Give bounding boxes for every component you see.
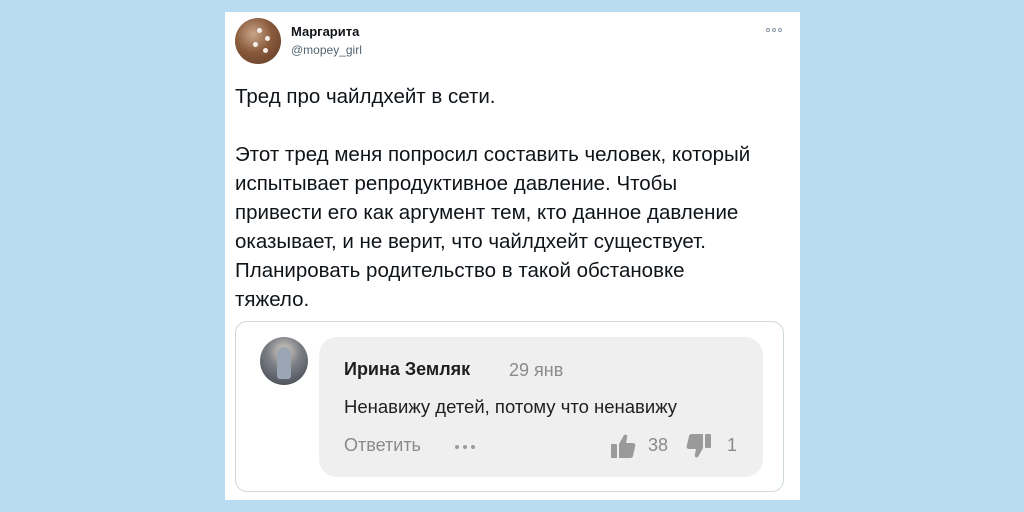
tweet-paragraph-1: Тред про чайлдхейт в сети. [235,85,496,108]
tweet-text: Тред про чайлдхейт в сети. Этот тред мен… [235,82,795,314]
tweet-paragraph-2-line: оказывает, и не верит, что чайлдхейт сущ… [235,230,706,253]
thumbs-up-icon [611,434,636,458]
tweet-paragraph-2-line: тяжело. [235,288,310,311]
comment-date: 29 янв [509,360,564,380]
author-handle[interactable]: @mopey_girl [291,43,362,57]
comment-bubble: Ирина Земляк 29 янв Ненавижу детей, пото… [319,337,763,477]
comment-text: Ненавижу детей, потому что ненавижу [344,396,678,417]
more-options-icon[interactable] [766,26,784,34]
reply-button: Ответить [344,435,421,455]
author-avatar[interactable] [235,18,281,64]
comment-more-icon [455,445,475,449]
thumbs-down-icon [686,434,711,458]
commenter-avatar [260,337,308,385]
commenter-name: Ирина Земляк [344,359,471,379]
tweet-paragraph-2-line: Планировать родительство в такой обстано… [235,259,685,282]
tweet-paragraph-2-line: привести его как аргумент тем, кто данно… [235,201,739,224]
like-count: 38 [648,435,669,455]
tweet-paragraph-2-line: испытывает репродуктивное давление. Чтоб… [235,172,678,195]
dislike-count: 1 [727,435,738,455]
embedded-comment-screenshot[interactable]: Ирина Земляк 29 янв Ненавижу детей, пото… [235,321,784,492]
author-name[interactable]: Маргарита [291,24,359,39]
tweet-paragraph-2-line: Этот тред меня попросил составить челове… [235,143,751,166]
tweet-card: Маргарита @mopey_girl Тред про чайлдхейт… [225,12,800,500]
